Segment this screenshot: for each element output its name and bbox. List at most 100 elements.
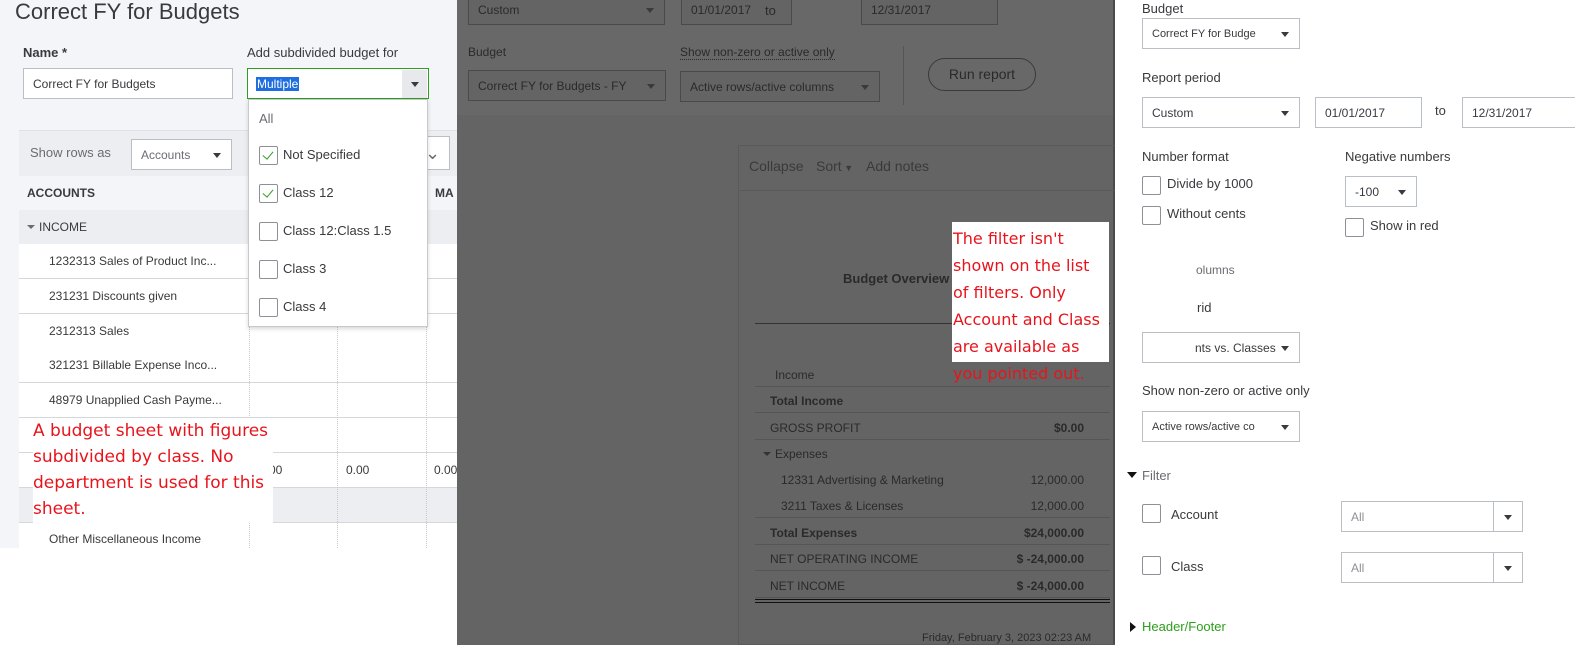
caret-down-icon: [647, 83, 655, 89]
period-value: Custom: [478, 2, 520, 17]
sort-label: Sort: [816, 158, 842, 174]
grid-select[interactable]: nts vs. Classes: [1142, 332, 1300, 363]
to-label: to: [1435, 103, 1446, 118]
checkbox[interactable]: [259, 146, 278, 165]
report-row[interactable]: 12331 Advertising & Marketing 12,000.00: [755, 466, 1110, 492]
checkbox[interactable]: [259, 298, 278, 317]
filter-label: Filter: [1142, 468, 1171, 483]
show-rows-select[interactable]: Accounts: [131, 139, 232, 170]
caret-down-icon: [27, 225, 35, 229]
negative-numbers-label: Negative numbers: [1345, 149, 1451, 164]
caret-down-icon: [861, 84, 869, 90]
without-cents-checkbox[interactable]: [1142, 206, 1161, 225]
nonzero-label: Show non-zero or active only: [1142, 383, 1310, 398]
add-notes-link[interactable]: Add notes: [866, 158, 929, 174]
budget-select[interactable]: Correct FY for Budge: [1142, 18, 1300, 49]
caret-down-icon: [411, 82, 419, 87]
caret-down-icon: [1281, 31, 1289, 37]
row-value: 12,000.00: [1030, 473, 1084, 487]
option-label: Class 12:Class 1.5: [283, 223, 392, 238]
report-row[interactable]: Expenses: [755, 440, 1110, 466]
dropdown-toggle[interactable]: [1493, 553, 1522, 582]
subdivide-dropdown-menu: All Not Specified Class 12 Class 12:Clas…: [248, 99, 428, 327]
caret-down-icon: [1504, 514, 1512, 520]
date-to-input[interactable]: 12/31/2017: [1462, 97, 1575, 128]
show-in-red-checkbox[interactable]: [1345, 218, 1364, 237]
caret-down-icon: [1281, 345, 1289, 351]
period-value: Custom: [1152, 105, 1194, 120]
column-header-accounts: ACCOUNTS: [27, 186, 95, 200]
account-name: 321231 Billable Expense Inco...: [49, 358, 218, 372]
option-all[interactable]: All: [259, 111, 273, 126]
table-row[interactable]: 321231 Billable Expense Inco...: [19, 348, 457, 383]
class-filter-checkbox[interactable]: [1142, 556, 1161, 575]
period-select[interactable]: Custom: [1142, 97, 1300, 128]
row-label: NET OPERATING INCOME: [770, 552, 919, 566]
collapse-link[interactable]: Collapse: [749, 158, 803, 174]
caret-down-icon: [763, 452, 771, 456]
report-toolbar: Collapse Sort ▼ Add notes: [739, 146, 1118, 191]
cell-value: 0.00: [346, 463, 370, 477]
report-row[interactable]: 3211 Taxes & Licenses 12,000.00: [755, 492, 1110, 518]
subdivide-select[interactable]: Multiple: [247, 68, 429, 99]
cell-value: 0.00: [434, 463, 458, 477]
period-select[interactable]: Custom: [468, 0, 665, 25]
account-name: 231231 Discounts given: [49, 289, 178, 303]
customize-panel: Budget Correct FY for Budge Report perio…: [1115, 0, 1575, 658]
checkbox[interactable]: [259, 184, 278, 203]
report-row[interactable]: NET OPERATING INCOME $ -24,000.00: [755, 545, 1110, 571]
nonzero-select[interactable]: Active rows/active co: [1142, 411, 1300, 442]
date-to-input[interactable]: 12/31/2017: [861, 0, 998, 25]
account-filter-value: All: [1351, 509, 1365, 524]
account-name: 1232313 Sales of Product Inc...: [49, 254, 217, 268]
to-label: to: [765, 3, 776, 18]
report-row[interactable]: GROSS PROFIT $0.00: [755, 414, 1110, 440]
budget-value: Correct FY for Budgets - FY: [478, 78, 627, 93]
name-label: Name *: [23, 45, 68, 60]
date-from-input[interactable]: 01/01/2017: [1315, 97, 1422, 128]
report-row[interactable]: Total Expenses $24,000.00: [755, 519, 1110, 545]
row-value: 12,000.00: [1030, 499, 1084, 513]
caret-down-icon: [1281, 110, 1289, 116]
divide-1000-checkbox[interactable]: [1142, 176, 1161, 195]
name-input[interactable]: Correct FY for Budgets: [23, 68, 233, 99]
table-row[interactable]: Other Miscellaneous Income: [19, 523, 457, 548]
group-label: INCOME: [39, 220, 87, 234]
report-footer-timestamp: Friday, February 3, 2023 02:23 AM: [922, 632, 1092, 644]
account-filter-checkbox[interactable]: [1142, 504, 1161, 523]
account-filter-select[interactable]: All: [1341, 501, 1523, 532]
row-value: $ -24,000.00: [1016, 579, 1084, 593]
negative-select[interactable]: -100: [1345, 176, 1417, 207]
without-cents-label: Without cents: [1167, 206, 1246, 221]
page-title: Correct FY for Budgets: [15, 0, 240, 24]
account-name: 48979 Unapplied Cash Payme...: [49, 393, 222, 407]
report-row[interactable]: Total Income: [755, 387, 1110, 413]
class-filter-select[interactable]: All: [1341, 552, 1523, 583]
dropdown-toggle[interactable]: [402, 70, 427, 98]
row-label: Expenses: [775, 447, 828, 461]
grid-label: rid: [1197, 300, 1212, 315]
subdivide-label: Add subdivided budget for: [247, 45, 399, 60]
budget-value: Correct FY for Budge: [1152, 27, 1256, 40]
column-header-month: MA: [435, 186, 454, 200]
budget-label: Budget: [468, 45, 507, 59]
option-label: Class 12: [283, 185, 334, 200]
account-filter-label: Account: [1171, 507, 1218, 522]
row-value: $24,000.00: [1023, 526, 1084, 540]
option-label: Not Specified: [283, 147, 361, 162]
row-label: Total Expenses: [770, 526, 858, 540]
divider: [903, 46, 904, 105]
sort-dropdown[interactable]: Sort ▼: [816, 158, 853, 174]
report-row[interactable]: NET INCOME $ -24,000.00: [755, 572, 1110, 598]
nonzero-label[interactable]: Show non-zero or active only: [680, 45, 835, 60]
checkbox[interactable]: [259, 260, 278, 279]
nonzero-select[interactable]: Active rows/active columns: [680, 71, 880, 102]
run-report-button[interactable]: Run report: [928, 58, 1036, 91]
show-rows-label: Show rows as: [30, 145, 111, 160]
budget-select[interactable]: Correct FY for Budgets - FY: [468, 70, 666, 101]
negative-value: -100: [1355, 184, 1380, 199]
checkbox[interactable]: [259, 222, 278, 241]
table-row[interactable]: 48979 Unapplied Cash Payme...: [19, 383, 457, 418]
dropdown-toggle[interactable]: [1493, 502, 1522, 531]
nonzero-value: Active rows/active columns: [690, 79, 835, 94]
